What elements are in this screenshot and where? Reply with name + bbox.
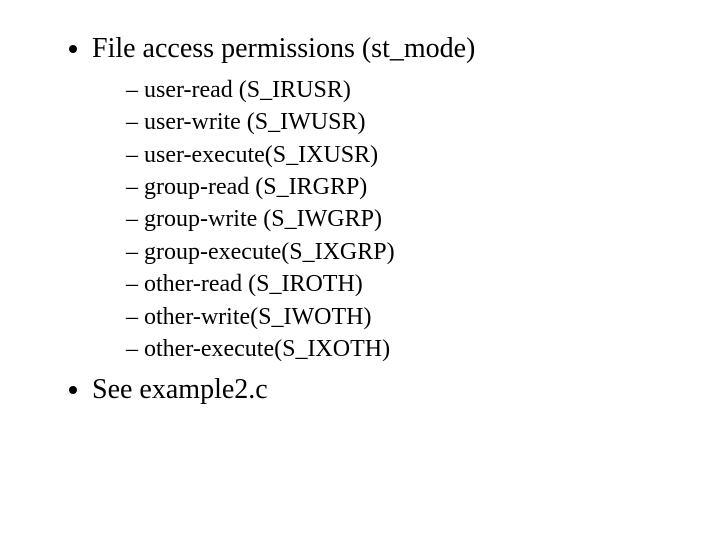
list-item: user-write (S_IWUSR) <box>126 106 680 138</box>
list-item: other-read (S_IROTH) <box>126 268 680 300</box>
slide: File access permissions (st_mode) user-r… <box>0 0 720 540</box>
bullet-list-level2: user-read (S_IRUSR) user-write (S_IWUSR)… <box>92 74 680 366</box>
list-item-text: File access permissions (st_mode) <box>92 33 475 64</box>
list-item: other-write(S_IWOTH) <box>126 301 680 333</box>
list-item: File access permissions (st_mode) user-r… <box>92 30 680 365</box>
bullet-list-level1: File access permissions (st_mode) user-r… <box>60 30 680 409</box>
list-item: group-write (S_IWGRP) <box>126 203 680 235</box>
list-item: See example2.c <box>92 371 680 409</box>
list-item: other-execute(S_IXOTH) <box>126 333 680 365</box>
list-item: user-execute(S_IXUSR) <box>126 139 680 171</box>
list-item: group-execute(S_IXGRP) <box>126 236 680 268</box>
list-item: user-read (S_IRUSR) <box>126 74 680 106</box>
list-item: group-read (S_IRGRP) <box>126 171 680 203</box>
